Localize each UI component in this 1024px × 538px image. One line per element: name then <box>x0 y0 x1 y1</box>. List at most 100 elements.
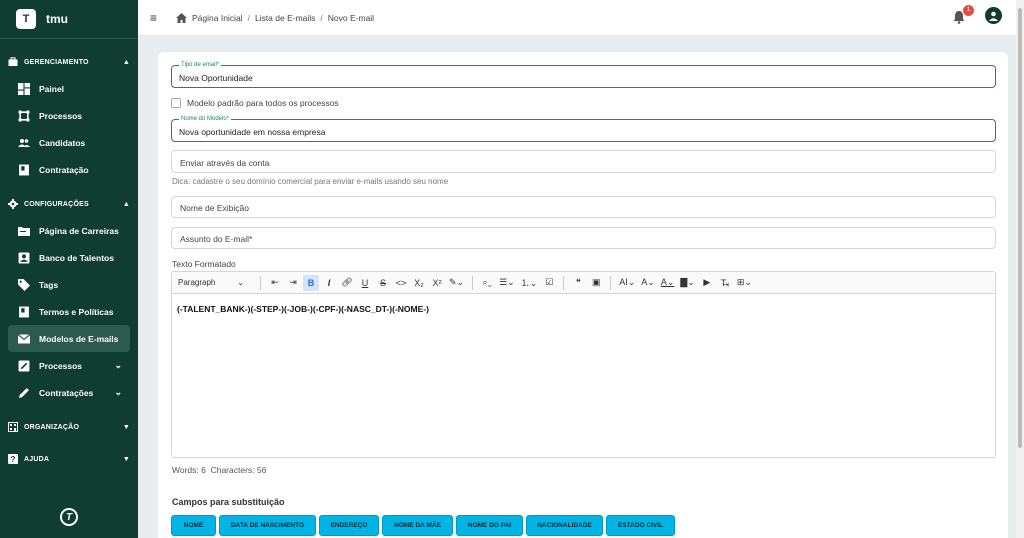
sidebar-item-banco-talentos[interactable]: Banco de Talentos <box>8 244 130 271</box>
nome-modelo-label: Nome do Modelo* <box>179 116 232 122</box>
quote-icon[interactable]: ❝ <box>570 275 586 291</box>
chip-nome-pai[interactable]: NOME DO PAI <box>456 515 523 536</box>
characters-count: Characters: 56 <box>210 465 267 475</box>
indent-icon[interactable]: ⇥ <box>285 275 301 291</box>
table-icon[interactable]: ⊞⌄ <box>735 275 754 291</box>
svg-text:?: ? <box>10 455 15 464</box>
superscript-icon[interactable]: X² <box>429 275 445 291</box>
font-family-icon[interactable]: A⌄ <box>639 275 657 291</box>
font-background-icon[interactable]: ▇⌄ <box>678 275 696 291</box>
editor-label: Texto Formatado <box>172 259 236 269</box>
divider <box>0 38 138 39</box>
folder-icon <box>18 226 30 236</box>
paragraph-select[interactable]: Paragraph ⌄ <box>178 278 250 287</box>
subscript-icon[interactable]: X₂ <box>411 275 427 291</box>
breadcrumb-email-list[interactable]: Lista de E-mails <box>255 13 315 23</box>
section-organizacao[interactable]: ORGANIZAÇÃO ▼ <box>0 414 138 440</box>
sidebar-item-pagina-carreiras[interactable]: Página de Carreiras <box>8 217 130 244</box>
chip-nome[interactable]: NOME <box>171 515 216 536</box>
breadcrumb-separator: / <box>320 12 323 23</box>
code-icon[interactable]: <> <box>393 275 409 291</box>
todo-list-icon[interactable]: ☑ <box>541 275 557 291</box>
home-icon[interactable] <box>176 12 187 23</box>
numbered-list-icon[interactable]: ⒈⌄ <box>519 275 540 291</box>
strikethrough-icon[interactable]: S <box>375 275 391 291</box>
avatar[interactable] <box>985 7 1002 24</box>
sidebar-item-contratacoes[interactable]: Contratações ⌄ <box>8 379 130 406</box>
sidebar-item-tags[interactable]: Tags <box>8 271 130 298</box>
sidebar-item-label: Processos <box>39 360 82 371</box>
sidebar-item-label: Tags <box>39 279 59 290</box>
default-model-row: Modelo padrão para todos os processos <box>171 98 339 108</box>
tipo-email-field[interactable]: Tipo de email* Nova Oportunidade <box>171 62 996 88</box>
caret-down-icon: ▼ <box>122 423 130 431</box>
bold-icon[interactable]: B <box>303 274 319 291</box>
enviar-conta-select[interactable]: Enviar através da conta <box>171 150 996 173</box>
sidebar-item-processos-config[interactable]: Processos ⌄ <box>8 352 130 379</box>
section-gerenciamento[interactable]: GERENCIAMENTO ▲ <box>0 49 138 75</box>
italic-icon[interactable]: I <box>321 275 337 291</box>
find-icon[interactable]: ⌕⌄ <box>479 275 495 291</box>
breadcrumb-home[interactable]: Página Inicial <box>192 13 243 23</box>
section-ajuda[interactable]: ? AJUDA ▼ <box>0 446 138 472</box>
media-embed-icon[interactable]: ▶ <box>699 275 715 291</box>
remove-format-icon[interactable]: T̶ₓ <box>717 275 733 291</box>
words-count: Words: 6 <box>172 465 206 475</box>
nome-exibicao-input[interactable]: Nome de Exibição <box>171 196 996 218</box>
sidebar-item-candidatos[interactable]: Candidatos <box>8 129 130 156</box>
scrollbar-thumb[interactable] <box>1018 8 1022 448</box>
insert-image-icon[interactable]: ▣ <box>588 275 604 291</box>
sidebar-item-painel[interactable]: Painel <box>8 75 130 102</box>
assunto-placeholder: Assunto do E-mail* <box>180 234 253 244</box>
sidebar-item-label: Candidatos <box>39 137 86 148</box>
caret-up-icon: ▲ <box>122 58 130 66</box>
outdent-icon[interactable]: ⇤ <box>267 275 283 291</box>
sidebar-item-processos[interactable]: Processos <box>8 102 130 129</box>
chip-nome-mae[interactable]: NOME DA MÃE <box>382 515 453 536</box>
editor-content[interactable]: (-TALENT_BANK-)(-STEP-)(-JOB-)(-CPF-)(-N… <box>172 294 995 324</box>
substitution-chips: NOME DATA DE NASCIMENTO ENDEREÇO NOME DA… <box>171 515 675 536</box>
building-icon <box>8 422 18 432</box>
sidebar-item-label: Contratações <box>39 387 94 398</box>
underline-icon[interactable]: U <box>357 275 373 291</box>
chevron-down-icon: ⌄ <box>237 278 244 287</box>
highlight-icon[interactable]: ✎⌄ <box>447 275 466 291</box>
nome-modelo-field[interactable]: Nome do Modelo* Nova oportunidade em nos… <box>171 116 996 142</box>
chip-nacionalidade[interactable]: NACIONALIDADE <box>526 515 603 536</box>
bulleted-list-icon[interactable]: ☰⌄ <box>497 275 517 291</box>
chip-data-nascimento[interactable]: DATA DE NASCIMENTO <box>219 515 316 536</box>
sidebar-item-modelos-emails[interactable]: Modelos de E-mails <box>8 325 130 352</box>
toolbar-divider <box>563 275 565 290</box>
brand[interactable]: T tmu <box>0 0 138 38</box>
nome-exibicao-placeholder: Nome de Exibição <box>180 203 249 213</box>
rich-text-editor: Paragraph ⌄ ⇤ ⇥ B I 🔗︎ U S <> X₂ X² ✎⌄ ⌕… <box>171 271 996 458</box>
caret-down-icon: ▼ <box>122 455 130 463</box>
edit-icon <box>18 360 30 371</box>
sidebar-item-label: Página de Carreiras <box>39 225 119 236</box>
section-label: ORGANIZAÇÃO <box>24 423 80 431</box>
sidebar: T tmu GERENCIAMENTO ▲ Painel Processos C… <box>0 0 138 538</box>
default-model-checkbox[interactable] <box>171 98 181 108</box>
substitution-title: Campos para substituição <box>172 497 285 507</box>
scrollbar[interactable] <box>1016 0 1024 538</box>
notifications-button[interactable]: 1 <box>953 4 974 24</box>
font-color-icon[interactable]: A⌄ <box>659 275 677 291</box>
word-count: Words: 6 Characters: 56 <box>172 465 266 475</box>
toolbar-divider <box>260 275 261 290</box>
menu-icon[interactable]: ≡ <box>150 11 166 25</box>
sidebar-item-contratacao[interactable]: Contratação <box>8 156 130 183</box>
link-icon[interactable]: 🔗︎ <box>339 275 355 291</box>
assunto-input[interactable]: Assunto do E-mail* <box>171 227 996 249</box>
sidebar-item-termos[interactable]: Termos e Políticas <box>8 298 130 325</box>
enviar-conta-placeholder: Enviar através da conta <box>180 158 270 168</box>
font-size-icon[interactable]: AI⌄ <box>617 275 637 291</box>
section-configuracoes[interactable]: CONFIGURAÇÕES ▲ <box>0 191 138 217</box>
topbar: ≡ Página Inicial / Lista de E-mails / No… <box>138 0 1024 35</box>
chip-estado-civil[interactable]: ESTADO CIVIL <box>606 515 675 536</box>
nome-modelo-value: Nova oportunidade em nossa empresa <box>179 127 326 137</box>
chip-endereco[interactable]: ENDEREÇO <box>319 515 379 536</box>
section-label: CONFIGURAÇÕES <box>24 200 89 208</box>
sidebar-footer: T <box>0 508 138 526</box>
sidebar-item-label: Termos e Políticas <box>39 306 114 317</box>
pen-icon <box>19 387 29 398</box>
